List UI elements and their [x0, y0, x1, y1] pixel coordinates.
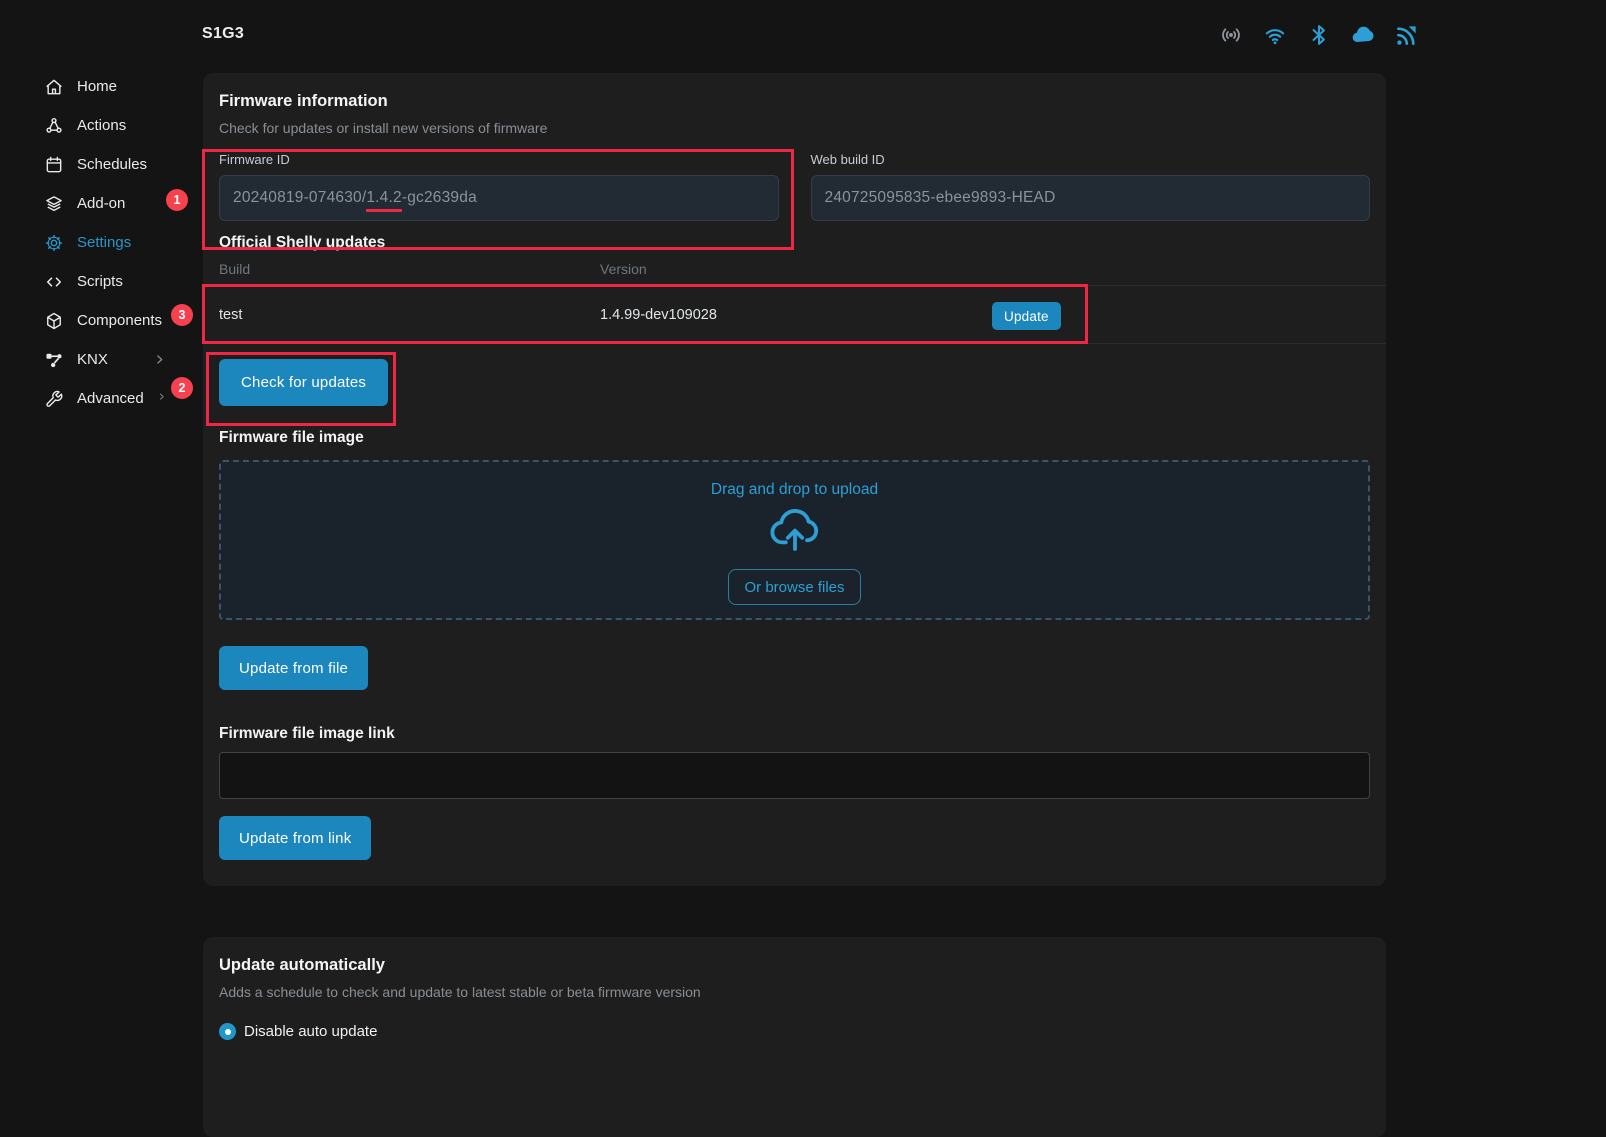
firmware-id-input[interactable]: 20240819-074630/1.4.2-gc2639da — [219, 175, 779, 221]
layers-icon — [44, 194, 64, 214]
annotation-marker-2: 2 — [171, 377, 193, 399]
gear-icon — [44, 233, 64, 253]
chevron-right-icon — [153, 353, 166, 366]
firmware-file-link-heading: Firmware file image link — [219, 724, 1370, 744]
updates-table-header: Build Version — [203, 255, 1386, 286]
firmware-information-card: Firmware information Check for updates o… — [203, 73, 1386, 886]
firmware-id-prefix: 20240819-074630/ — [233, 189, 366, 206]
sidebar-item-home[interactable]: Home — [44, 67, 166, 106]
sidebar-item-label: KNX — [77, 351, 108, 368]
sidebar-item-scripts[interactable]: Scripts — [44, 262, 166, 301]
cloud-icon — [1350, 22, 1376, 48]
cloud-upload-icon — [767, 505, 823, 551]
browse-files-button[interactable]: Or browse files — [728, 569, 860, 605]
sidebar-item-label: Schedules — [77, 156, 147, 173]
firmware-id-fields: Firmware ID 20240819-074630/1.4.2-gc2639… — [219, 152, 1370, 221]
sidebar-item-components[interactable]: Components — [44, 301, 166, 340]
firmware-id-suffix: -gc2639da — [402, 189, 477, 206]
statusbar — [1218, 22, 1420, 48]
dropzone-text: Drag and drop to upload — [711, 480, 878, 499]
sidebar: Home Actions Schedules Add-on — [44, 67, 166, 418]
firmware-id-field-group: Firmware ID 20240819-074630/1.4.2-gc2639… — [219, 152, 779, 221]
wifi-icon — [1262, 22, 1288, 48]
sidebar-item-actions[interactable]: Actions — [44, 106, 166, 145]
sidebar-item-label: Actions — [77, 117, 126, 134]
update-row-button[interactable]: Update — [992, 302, 1061, 330]
row-build-value: test — [219, 307, 600, 323]
sidebar-item-label: Scripts — [77, 273, 123, 290]
sidebar-item-settings[interactable]: Settings — [44, 223, 166, 262]
sidebar-item-label: Advanced — [77, 390, 144, 407]
web-build-id-value: 240725095835-ebee9893-HEAD — [825, 189, 1056, 207]
sidebar-item-label: Components — [77, 312, 162, 329]
access-point-icon — [1218, 22, 1244, 48]
row-version-value: 1.4.99-dev109028 — [600, 307, 1370, 323]
firmware-link-input[interactable] — [219, 752, 1370, 799]
sidebar-item-advanced[interactable]: Advanced — [44, 379, 166, 418]
sidebar-item-label: Settings — [77, 234, 131, 251]
card-title: Update automatically — [219, 955, 1370, 975]
code-icon — [44, 272, 64, 292]
home-icon — [44, 77, 64, 97]
web-build-id-label: Web build ID — [811, 152, 1371, 168]
sidebar-item-label: Home — [77, 78, 117, 95]
firmware-file-image-heading: Firmware file image — [219, 428, 1370, 448]
device-title: S1G3 — [202, 25, 244, 43]
bluetooth-icon — [1306, 22, 1332, 48]
calendar-icon — [44, 155, 64, 175]
check-for-updates-button[interactable]: Check for updates — [219, 359, 388, 406]
web-build-id-input[interactable]: 240725095835-ebee9893-HEAD — [811, 175, 1371, 221]
column-build: Build — [219, 261, 600, 277]
cube-icon — [44, 311, 64, 331]
web-build-id-field-group: Web build ID 240725095835-ebee9893-HEAD — [811, 152, 1371, 221]
annotation-marker-3: 3 — [171, 304, 193, 326]
actions-icon — [44, 116, 64, 136]
sidebar-item-label: Add-on — [77, 195, 125, 212]
network-icon — [44, 350, 64, 370]
column-version: Version — [600, 261, 1370, 277]
table-row: test 1.4.99-dev109028 Update — [203, 286, 1386, 344]
official-updates-heading: Official Shelly updates — [219, 233, 1370, 253]
sidebar-item-schedules[interactable]: Schedules — [44, 145, 166, 184]
radio-selected-icon[interactable] — [219, 1023, 236, 1040]
mesh-signal-icon — [1394, 22, 1420, 48]
disable-auto-update-option[interactable]: Disable auto update — [219, 1023, 1370, 1040]
card-subtitle: Adds a schedule to check and update to l… — [219, 983, 1370, 1001]
sidebar-item-knx[interactable]: KNX — [44, 340, 166, 379]
firmware-file-dropzone[interactable]: Drag and drop to upload Or browse files — [219, 460, 1370, 620]
annotation-marker-1: 1 — [166, 189, 188, 211]
firmware-id-label: Firmware ID — [219, 152, 779, 168]
update-from-link-button[interactable]: Update from link — [219, 816, 371, 860]
wrench-icon — [44, 389, 64, 409]
card-subtitle: Check for updates or install new version… — [219, 119, 1370, 137]
firmware-version-highlight: 1.4.2 — [366, 189, 401, 212]
chevron-right-icon — [157, 392, 166, 405]
update-automatically-card: Update automatically Adds a schedule to … — [203, 937, 1386, 1137]
update-from-file-button[interactable]: Update from file — [219, 646, 368, 690]
card-title: Firmware information — [219, 91, 1370, 111]
sidebar-item-add-on[interactable]: Add-on — [44, 184, 166, 223]
radio-label: Disable auto update — [244, 1023, 377, 1040]
